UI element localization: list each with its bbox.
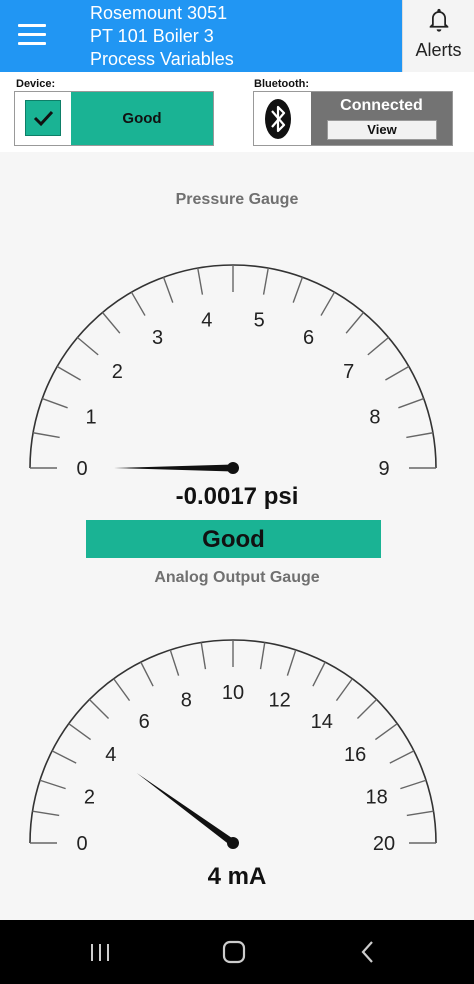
home-icon[interactable]	[214, 934, 254, 970]
analog-gauge-tick	[400, 779, 427, 790]
pressure-gauge-title: Pressure Gauge	[175, 191, 299, 208]
pressure-gauge-tick-label: 0	[76, 458, 87, 480]
pressure-gauge-tick-label: 7	[343, 361, 354, 383]
bluetooth-icon	[265, 99, 291, 139]
pressure-gauge-tick	[56, 365, 81, 381]
pressure-gauge-tick	[385, 365, 410, 381]
analog-gauge-tick-label: 2	[84, 786, 95, 808]
alerts-button[interactable]: Alerts	[402, 0, 474, 72]
analog-gauge-tick	[39, 779, 66, 790]
pressure-gauge-tick-label: 5	[254, 309, 265, 331]
app-header: Rosemount 3051 PT 101 Boiler 3 Process V…	[0, 0, 474, 72]
pressure-gauge: 0 1 2 3 4 5 6 7 8 9	[29, 264, 437, 480]
analog-gauge-tick	[406, 810, 434, 817]
analog-gauge-tick	[32, 810, 60, 817]
hamburger-menu-icon[interactable]	[18, 24, 46, 46]
bluetooth-label: Bluetooth:	[254, 78, 309, 90]
device-model: Rosemount 3051	[90, 3, 228, 23]
analog-gauge-tick	[286, 649, 297, 676]
pressure-gauge-needle-hub	[227, 462, 239, 474]
pressure-gauge-tick	[398, 397, 424, 409]
pressure-gauge-tick-label: 9	[378, 458, 389, 480]
status-row: Device: Good Bluetooth: Connected View	[0, 72, 474, 152]
device-check-container	[15, 92, 71, 145]
pressure-gauge-tick-label: 8	[369, 406, 380, 428]
analog-gauge-tick-label: 20	[373, 833, 395, 855]
analog-gauge-needle-hub	[227, 837, 239, 849]
analog-gauge-tick	[335, 678, 353, 702]
analog-gauge-tick	[88, 698, 110, 720]
pressure-gauge-tick	[197, 267, 204, 295]
analog-gauge-tick-label: 12	[269, 689, 291, 711]
pressure-gauge-arc	[29, 264, 437, 469]
pressure-gauge-tick	[367, 336, 389, 356]
pressure-gauge-tick-label: 4	[201, 309, 212, 331]
page-title: Process Variables	[90, 49, 234, 69]
pressure-gauge-tick	[101, 312, 121, 334]
analog-gauge-tick-label: 18	[365, 786, 387, 808]
pressure-status-bar: Good	[86, 520, 381, 558]
analog-gauge-tick	[374, 723, 398, 741]
analog-output-gauge: 0 24 6 8 10 12 14 16 18 20	[29, 639, 437, 855]
device-tag: PT 101 Boiler 3	[90, 26, 214, 46]
analog-gauge-tick	[259, 642, 266, 670]
analog-gauge-tick-label: 0	[76, 833, 87, 855]
analog-gauge-tick	[356, 698, 378, 720]
pressure-gauge-needle	[114, 464, 233, 472]
analog-gauge-tick-label: 16	[344, 744, 366, 766]
device-status: Good	[71, 92, 213, 145]
pressure-gauge-tick	[42, 397, 68, 409]
analog-gauge-tick-label: 14	[311, 711, 333, 733]
analog-gauge-tick	[312, 661, 326, 687]
system-nav-bar	[0, 920, 474, 984]
pressure-gauge-tick-label: 1	[86, 406, 97, 428]
pressure-gauge-tick	[320, 291, 336, 316]
pressure-gauge-tick-label: 6	[303, 327, 314, 349]
analog-gauge-needle	[136, 773, 236, 846]
pressure-readout: -0.0017 psi	[175, 483, 299, 510]
analog-gauge-tick-label: 8	[181, 689, 192, 711]
analog-gauge-title: Analog Output Gauge	[154, 569, 320, 586]
pressure-gauge-tick	[406, 432, 434, 439]
analog-gauge-tick-label: 4	[105, 744, 116, 766]
pressure-gauge-tick	[292, 277, 304, 303]
device-label: Device:	[16, 78, 56, 90]
pressure-gauge-tick	[345, 312, 365, 334]
pressure-gauge-tick-label: 2	[112, 361, 123, 383]
view-button[interactable]: View	[327, 120, 437, 140]
analog-readout: 4 mA	[207, 863, 267, 890]
header-title: Rosemount 3051 PT 101 Boiler 3 Process V…	[90, 2, 234, 71]
analog-gauge-tick	[169, 649, 180, 676]
analog-gauge-tick	[140, 661, 154, 687]
bluetooth-status-box: Connected View	[253, 91, 453, 146]
analog-gauge-tick	[389, 750, 415, 764]
pressure-gauge-tick	[77, 336, 99, 356]
bell-icon	[429, 8, 448, 32]
analog-gauge-tick	[113, 678, 131, 702]
pressure-gauge-tick	[130, 291, 146, 316]
pressure-gauge-tick	[162, 277, 174, 303]
analog-gauge-tick	[51, 750, 77, 764]
back-icon[interactable]	[348, 934, 388, 970]
analog-gauge-arc	[29, 639, 437, 844]
pressure-gauge-tick	[32, 432, 60, 439]
checkmark-icon	[25, 100, 61, 136]
pressure-gauge-tick-label: 3	[152, 327, 163, 349]
bluetooth-status: Connected	[340, 97, 423, 114]
device-status-box[interactable]: Good	[14, 91, 214, 146]
recent-apps-icon[interactable]	[80, 934, 120, 970]
bluetooth-panel: Connected View	[311, 92, 452, 145]
pressure-gauge-tick	[262, 267, 269, 295]
analog-gauge-tick	[200, 642, 207, 670]
analog-gauge-tick-label: 10	[222, 682, 244, 704]
alerts-label: Alerts	[415, 40, 462, 60]
analog-gauge-tick-label: 6	[139, 711, 150, 733]
analog-gauge-tick	[68, 723, 92, 741]
